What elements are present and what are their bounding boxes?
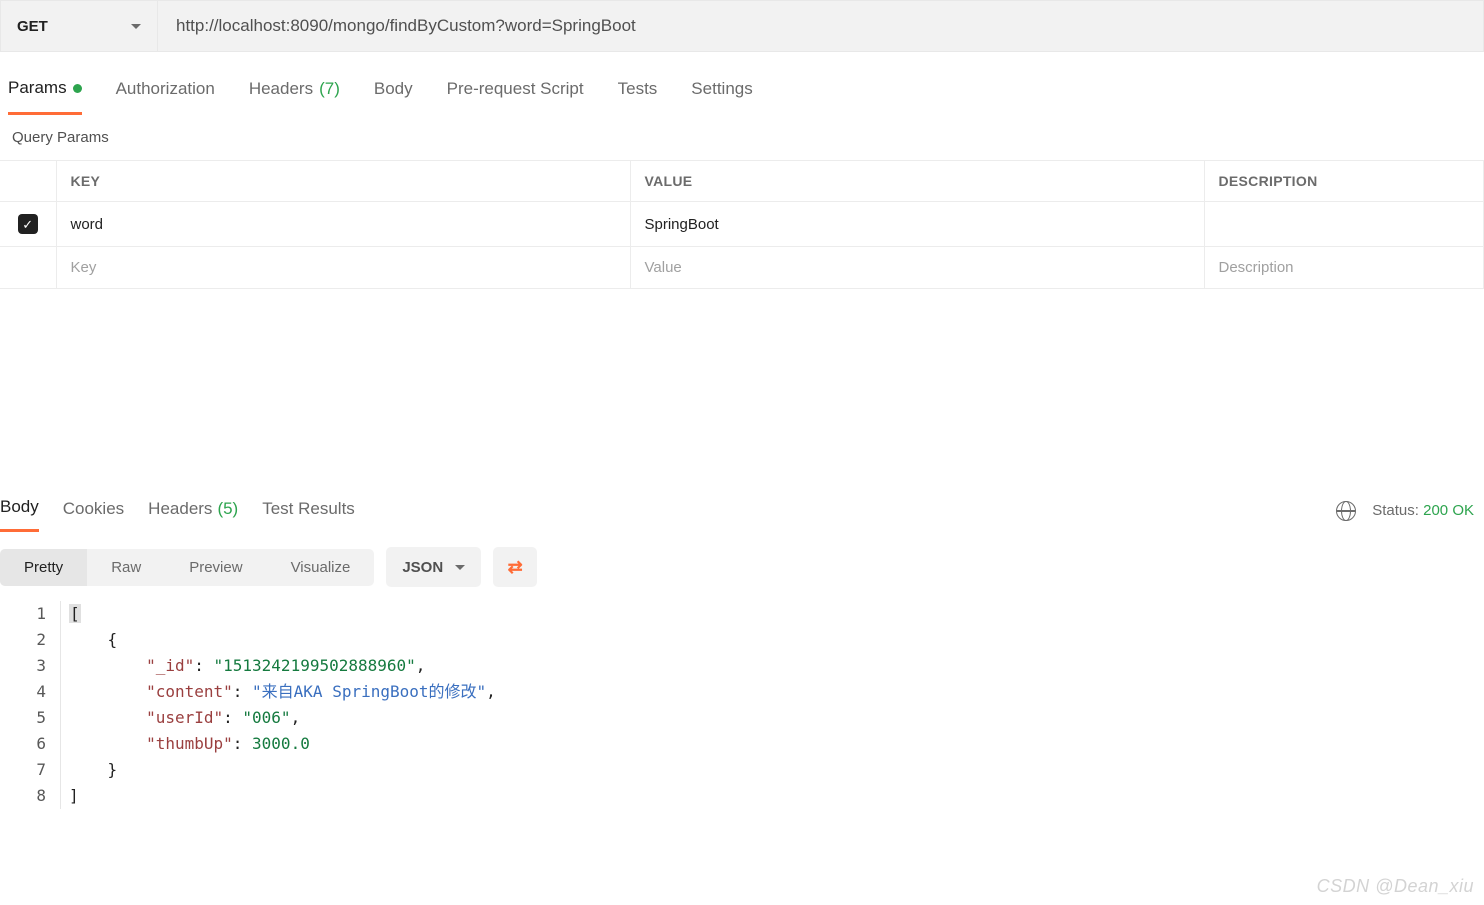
url-text: http://localhost:8090/mongo/findByCustom… [176, 16, 636, 36]
seg-pretty[interactable]: Pretty [0, 549, 87, 586]
chevron-down-icon [131, 24, 141, 29]
resp-tab-test-results[interactable]: Test Results [262, 491, 355, 531]
params-table: KEY VALUE DESCRIPTION ✓ word SpringBoot … [0, 160, 1484, 289]
tab-pre-request[interactable]: Pre-request Script [447, 70, 584, 114]
chevron-down-icon [455, 565, 465, 570]
params-header-checkbox [0, 161, 56, 202]
param-checkbox-cell-empty[interactable] [0, 247, 56, 289]
query-params-title: Query Params [0, 115, 1484, 160]
seg-raw[interactable]: Raw [87, 549, 165, 586]
resp-tab-cookies[interactable]: Cookies [63, 491, 124, 531]
body-toolbar: Pretty Raw Preview Visualize JSON ⇄ [0, 533, 1484, 601]
seg-preview[interactable]: Preview [165, 549, 266, 586]
url-input[interactable]: http://localhost:8090/mongo/findByCustom… [158, 0, 1484, 52]
param-description-placeholder[interactable]: Description [1204, 247, 1484, 289]
params-dirty-dot-icon [73, 84, 82, 93]
view-segments: Pretty Raw Preview Visualize [0, 549, 374, 586]
seg-visualize[interactable]: Visualize [267, 549, 375, 586]
request-tabs: Params Authorization Headers (7) Body Pr… [0, 70, 1484, 115]
param-key[interactable]: word [56, 202, 630, 247]
param-description[interactable] [1204, 202, 1484, 247]
wrap-button[interactable]: ⇄ [493, 547, 537, 587]
resp-tab-headers[interactable]: Headers (5) [148, 491, 238, 531]
response-tabs: Body Cookies Headers (5) Test Results St… [0, 489, 1484, 533]
format-select[interactable]: JSON [386, 547, 481, 587]
globe-icon[interactable] [1336, 501, 1356, 521]
status-code: 200 OK [1423, 502, 1474, 519]
tab-body[interactable]: Body [374, 70, 413, 114]
table-row: ✓ word SpringBoot [0, 202, 1484, 247]
code-lines: [ { "_id": "1513242199502888960", "conte… [60, 601, 1484, 809]
wrap-icon: ⇄ [508, 557, 523, 578]
method-select[interactable]: GET [0, 0, 158, 52]
tab-params[interactable]: Params [8, 70, 82, 115]
tab-tests[interactable]: Tests [618, 70, 658, 114]
method-text: GET [17, 18, 48, 35]
response-body[interactable]: 12345678 [ { "_id": "1513242199502888960… [0, 601, 1484, 809]
tab-authorization[interactable]: Authorization [116, 70, 215, 114]
param-value[interactable]: SpringBoot [630, 202, 1204, 247]
table-row: Key Value Description [0, 247, 1484, 289]
param-key-placeholder[interactable]: Key [56, 247, 630, 289]
resp-tab-body[interactable]: Body [0, 489, 39, 532]
params-header-value: VALUE [630, 161, 1204, 202]
params-header-description: DESCRIPTION [1204, 161, 1484, 202]
checkbox-checked-icon: ✓ [18, 214, 38, 234]
params-header-key: KEY [56, 161, 630, 202]
param-checkbox-cell[interactable]: ✓ [0, 202, 56, 247]
status-block: Status: 200 OK [1372, 502, 1474, 519]
tab-headers[interactable]: Headers (7) [249, 70, 340, 114]
param-value-placeholder[interactable]: Value [630, 247, 1204, 289]
watermark: CSDN @Dean_xiu [1317, 876, 1474, 897]
line-numbers: 12345678 [0, 601, 60, 809]
tab-settings[interactable]: Settings [691, 70, 752, 114]
